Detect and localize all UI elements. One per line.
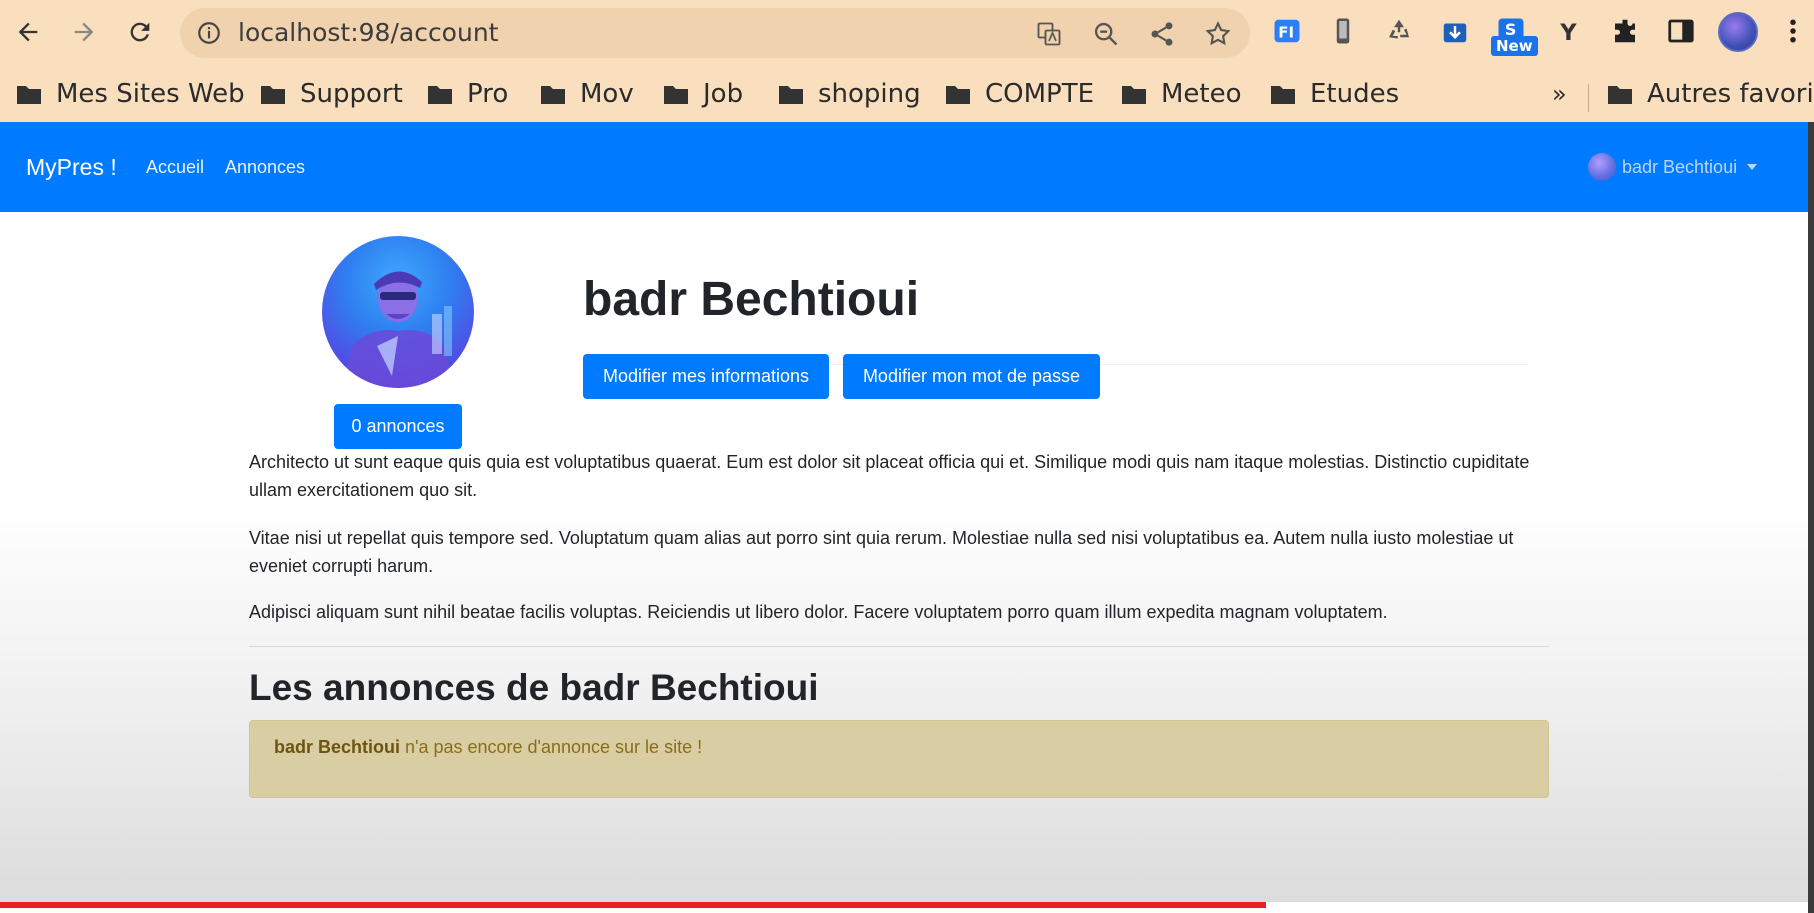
no-ads-alert: badr Bechtioui n'a pas encore d'annonce … <box>249 720 1549 798</box>
folder-icon <box>1122 86 1146 104</box>
bookmark-label: COMPTE <box>985 79 1095 109</box>
bookmark-label: Mov <box>580 79 634 109</box>
folder-icon <box>1271 86 1295 104</box>
svg-text:FI: FI <box>1278 23 1294 41</box>
translate-icon[interactable] <box>1035 20 1063 48</box>
other-bookmarks-folder[interactable]: Autres favoris <box>1607 74 1814 114</box>
forward-arrow-icon <box>74 22 94 42</box>
extension-fi-icon[interactable]: FI <box>1270 14 1304 48</box>
extension-y-icon[interactable]: Y <box>1552 14 1586 48</box>
extension-recycle-icon[interactable] <box>1382 14 1416 48</box>
dropdown-caret-icon <box>1747 164 1758 170</box>
bookmarks-divider <box>1588 84 1589 112</box>
folder-icon <box>664 86 688 104</box>
bookmark-folder[interactable]: Meteo <box>1121 74 1242 114</box>
bookmark-folder[interactable]: Pro <box>427 74 508 114</box>
address-bar[interactable]: localhost:98/account <box>180 8 1250 58</box>
bookmark-folder[interactable]: Etudes <box>1270 74 1399 114</box>
side-panel-icon[interactable] <box>1664 14 1698 48</box>
bookmark-folder[interactable]: COMPTE <box>945 74 1094 114</box>
browser-toolbar: localhost:98/account FI S New Y <box>0 0 1814 66</box>
profile-avatar <box>322 236 474 388</box>
url-text: localhost:98/account <box>238 18 499 47</box>
svg-text:Y: Y <box>1559 20 1577 46</box>
bookmark-star-icon[interactable] <box>1204 20 1232 48</box>
bio-paragraph: Vitae nisi ut repellat quis tempore sed.… <box>249 528 1514 576</box>
ads-count-button[interactable]: 0 annonces <box>334 404 462 449</box>
new-badge: New <box>1491 36 1538 56</box>
more-bookmarks-button[interactable]: » <box>1552 74 1567 114</box>
extensions-puzzle-icon[interactable] <box>1608 14 1642 48</box>
browser-menu-icon[interactable] <box>1776 14 1810 48</box>
bookmark-label: Job <box>703 79 744 109</box>
nav-link-accueil[interactable]: Accueil <box>146 122 204 212</box>
extension-phone-icon[interactable] <box>1326 14 1360 48</box>
bio-paragraph: Adipisci aliquam sunt nihil beatae facil… <box>249 602 1388 622</box>
back-arrow-icon <box>18 22 38 42</box>
site-info-icon[interactable] <box>196 20 222 46</box>
bookmark-label: Autres favoris <box>1647 79 1814 109</box>
profile-page: 0 annonces badr Bechtioui Modifier mes i… <box>0 212 1808 902</box>
browser-profile-avatar[interactable] <box>1718 12 1758 52</box>
bookmark-folder[interactable]: Support <box>260 74 403 114</box>
edit-password-button[interactable]: Modifier mon mot de passe <box>843 354 1100 399</box>
share-icon[interactable] <box>1148 20 1176 48</box>
user-avatar <box>1588 153 1616 181</box>
zoom-out-icon[interactable] <box>1092 20 1120 48</box>
reload-button[interactable] <box>118 10 162 54</box>
ads-section-title: Les annonces de badr Bechtioui <box>249 667 819 708</box>
bookmark-label: Mes Sites Web <box>56 79 245 109</box>
user-name: badr Bechtioui <box>1622 156 1738 177</box>
back-button[interactable] <box>6 10 50 54</box>
nav-link-annonces[interactable]: Annonces <box>225 122 305 212</box>
folder-icon <box>261 86 285 104</box>
alert-message: n'a pas encore d'annonce sur le site ! <box>400 737 703 757</box>
bookmark-label: Support <box>300 79 403 109</box>
section-divider <box>249 646 1549 647</box>
folder-icon <box>779 86 803 104</box>
site-navbar: MyPres ! Accueil Annonces badr Bechtioui <box>0 122 1808 212</box>
forward-button[interactable] <box>62 10 106 54</box>
bookmark-folder[interactable]: shoping <box>778 74 921 114</box>
alert-user-name: badr Bechtioui <box>274 737 401 757</box>
bookmarks-bar: Mes Sites Web Support Pro Mov Job shopin… <box>0 66 1814 122</box>
bookmark-label: Meteo <box>1161 79 1242 109</box>
browser-chrome: localhost:98/account FI S New Y Mes Site… <box>0 0 1814 122</box>
bookmark-folder[interactable]: Job <box>663 74 743 114</box>
brand-link[interactable]: MyPres ! <box>26 122 117 212</box>
folder-icon <box>428 86 452 104</box>
user-dropdown[interactable]: badr Bechtioui <box>1588 122 1758 212</box>
reload-icon <box>130 22 150 42</box>
folder-icon <box>17 86 41 104</box>
folder-icon <box>946 86 970 104</box>
bookmark-folder[interactable]: Mes Sites Web <box>16 74 245 114</box>
bookmark-folder[interactable]: Mov <box>540 74 634 114</box>
video-progress-fill <box>0 902 1266 908</box>
edit-info-button[interactable]: Modifier mes informations <box>583 354 829 399</box>
folder-icon <box>541 86 565 104</box>
bio-paragraph: Architecto ut sunt eaque quis quia est v… <box>249 452 1530 500</box>
window-edge <box>1808 122 1814 913</box>
profile-name: badr Bechtioui <box>583 273 920 326</box>
profile-photo <box>342 271 454 388</box>
bookmark-label: Pro <box>467 79 509 109</box>
bookmark-label: Etudes <box>1310 79 1400 109</box>
bookmark-label: shoping <box>818 79 921 109</box>
extension-download-icon[interactable] <box>1438 14 1472 48</box>
folder-icon <box>1608 86 1632 104</box>
